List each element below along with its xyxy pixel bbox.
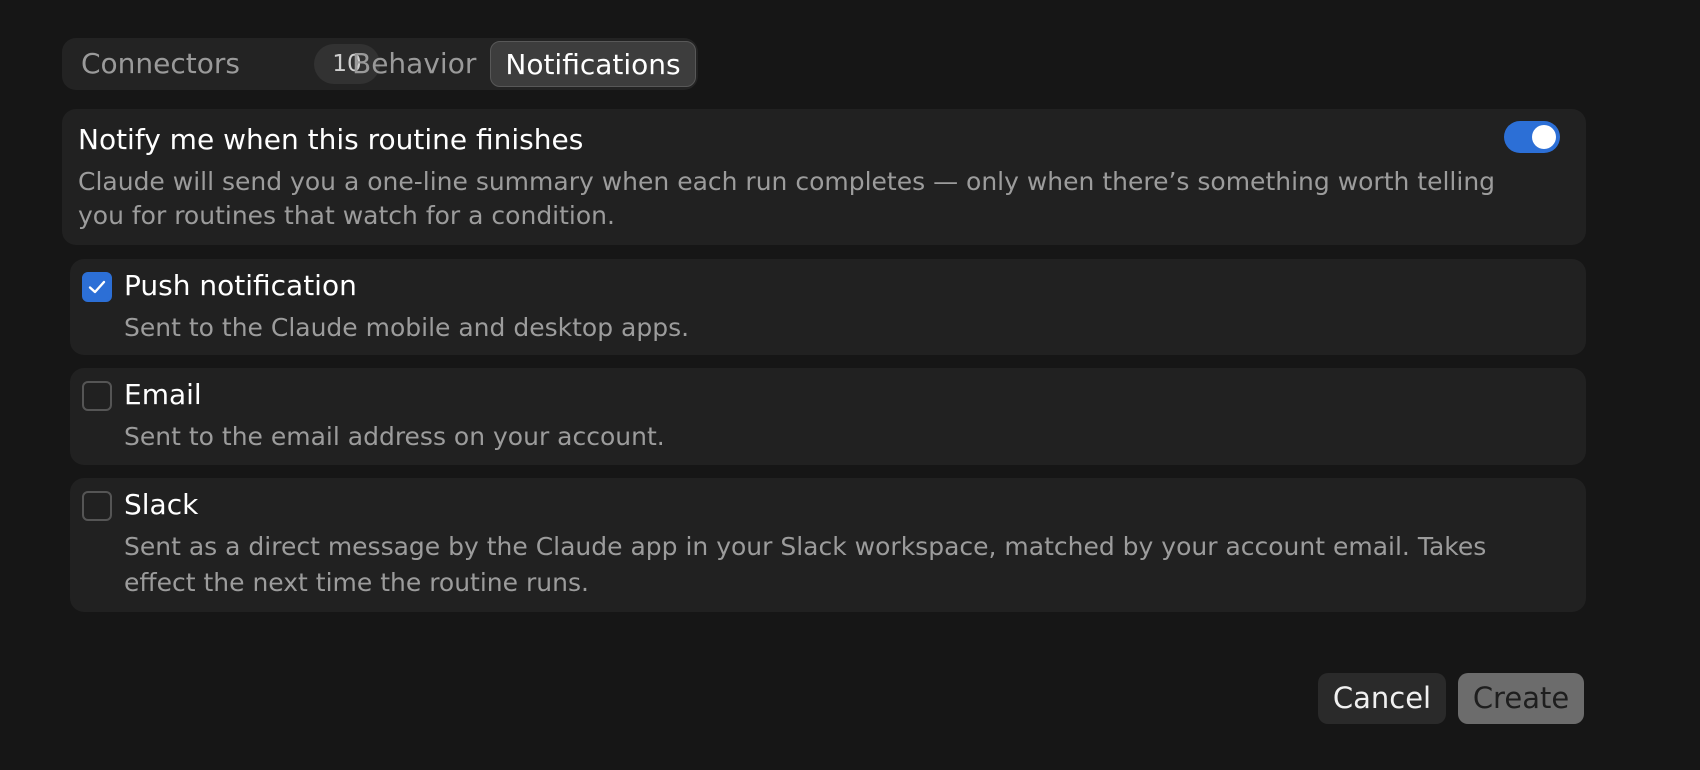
tab-connectors-label: Connectors (81, 47, 241, 80)
option-title: Push notification (124, 269, 357, 302)
option-description: Sent as a direct message by the Claude a… (124, 532, 1487, 597)
notify-description: Claude will send you a one-line summary … (78, 167, 1496, 230)
tab-behavior-label: Behavior (352, 47, 477, 80)
slack-checkbox[interactable] (82, 491, 112, 521)
cancel-button[interactable]: Cancel (1318, 673, 1446, 724)
option-email: Email Sent to the email address on your … (70, 368, 1586, 465)
create-button[interactable]: Create (1458, 673, 1584, 724)
option-push-notification: Push notification Sent to the Claude mob… (70, 259, 1586, 355)
option-description: Sent to the Claude mobile and desktop ap… (124, 313, 690, 342)
tab-behavior[interactable]: Behavior (352, 38, 476, 90)
option-slack: Slack Sent as a direct message by the Cl… (70, 478, 1586, 612)
notify-title: Notify me when this routine finishes (78, 123, 584, 156)
tab-notifications-label: Notifications (505, 48, 681, 81)
email-checkbox[interactable] (82, 381, 112, 411)
notify-card: Notify me when this routine finishes Cla… (62, 109, 1586, 245)
tab-bar: Connectors 10 Behavior Notifications (62, 38, 698, 90)
check-icon (88, 280, 106, 294)
notify-toggle[interactable] (1504, 121, 1560, 153)
option-title: Email (124, 378, 202, 411)
toggle-knob (1532, 125, 1556, 149)
option-description: Sent to the email address on your accoun… (124, 422, 665, 451)
tab-connectors[interactable]: Connectors (81, 38, 240, 90)
tab-notifications[interactable]: Notifications (490, 41, 696, 87)
push-notification-checkbox[interactable] (82, 272, 112, 302)
option-title: Slack (124, 488, 199, 521)
